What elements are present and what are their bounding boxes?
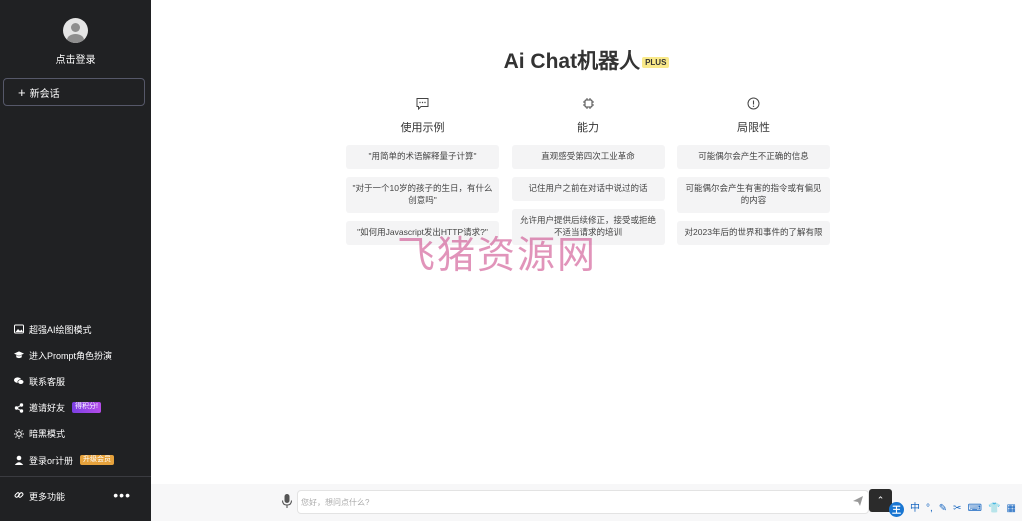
intro-columns: 使用示例 "用简单的术语解释量子计算" "对于一个10岁的孩子的生日，有什么创意… [346, 96, 830, 245]
limitation-card: 对2023年后的世界和事件的了解有限 [677, 221, 830, 245]
scissors-icon[interactable]: ✂ [953, 504, 961, 514]
sidebar-item-label: 登录or计册 [29, 455, 74, 466]
chip-icon [581, 96, 595, 110]
message-dots-icon [416, 96, 430, 110]
sidebar-item-ai-drawing[interactable]: 超强AI绘图模式 [0, 316, 151, 342]
column-limitations: 局限性 可能偶尔会产生不正确的信息 可能偶尔会产生有害的指令或有偏见的内容 对2… [677, 96, 830, 245]
login-area[interactable]: 点击登录 [0, 18, 151, 66]
sun-icon [14, 428, 24, 439]
punctuation-icon[interactable]: °, [926, 504, 933, 514]
more-options-icon[interactable]: ••• [113, 488, 131, 502]
microphone-icon[interactable] [281, 493, 293, 509]
sidebar: 点击登录 + 新会话 超强AI绘图模式 进入Prompt角色扮演 联系客服 邀请… [0, 0, 151, 521]
limitation-card: 可能偶尔会产生不正确的信息 [677, 145, 830, 169]
skin-icon[interactable]: 👕 [988, 504, 1000, 514]
ime-logo-icon[interactable]: 王 [889, 501, 904, 517]
avatar[interactable] [63, 18, 88, 43]
plus-badge: PLUS [642, 56, 670, 68]
example-card[interactable]: "对于一个10岁的孩子的生日，有什么创意吗" [346, 177, 499, 213]
main-content: Ai Chat机器人 PLUS 使用示例 "用简单的术语解释量子计算" "对于一个… [151, 0, 1022, 521]
column-title: 能力 [577, 122, 599, 134]
grid-icon[interactable]: ▦ [1006, 504, 1015, 514]
login-label[interactable]: 点击登录 [0, 51, 151, 66]
capability-card: 直观感受第四次工业革命 [511, 145, 665, 169]
sidebar-menu: 超强AI绘图模式 进入Prompt角色扮演 联系客服 邀请好友 得积分! 暗黑模… [0, 316, 151, 473]
warning-circle-icon [747, 96, 761, 110]
sidebar-item-invite-friends[interactable]: 邀请好友 得积分! [0, 395, 151, 421]
watermark: 飞猪资源网 [397, 233, 598, 277]
sidebar-item-label: 进入Prompt角色扮演 [29, 350, 113, 361]
input-bar: 您好，想问点什么? ⌃ 王 中 °, ✎ ✂ ⌨ 👕 ▦ [151, 484, 1022, 521]
image-icon [14, 324, 24, 334]
ime-mode[interactable]: 中 [910, 504, 920, 514]
sidebar-item-customer-service[interactable]: 联系客服 [0, 368, 151, 394]
sidebar-item-label: 超强AI绘图模式 [29, 324, 92, 335]
keyboard-icon[interactable]: ⌨ [968, 504, 982, 514]
column-title: 使用示例 [400, 122, 445, 134]
chat-input-placeholder: 您好，想问点什么? [301, 497, 370, 507]
example-card[interactable]: "用简单的术语解释量子计算" [346, 145, 499, 169]
send-icon[interactable] [852, 495, 864, 507]
title-text: Ai Chat机器人 [503, 50, 641, 73]
pen-icon[interactable]: ✎ [939, 504, 947, 514]
share-icon [14, 402, 24, 413]
new-chat-label: 新会话 [29, 88, 60, 100]
capability-card: 记住用户之前在对话中说过的话 [511, 177, 665, 201]
invite-badge: 得积分! [72, 402, 101, 413]
link-icon [14, 490, 24, 502]
plus-icon: + [18, 84, 26, 100]
more-features-button[interactable]: 更多功能 ••• [0, 484, 151, 508]
more-features-label: 更多功能 [29, 491, 66, 502]
sidebar-item-login-register[interactable]: 登录or计册 升级会员 [0, 447, 151, 473]
graduation-cap-icon [14, 350, 24, 360]
upgrade-badge: 升级会员 [80, 454, 115, 466]
sidebar-item-prompt-roleplay[interactable]: 进入Prompt角色扮演 [0, 342, 151, 368]
chat-bubbles-icon [14, 376, 24, 386]
sidebar-item-label: 暗黑模式 [29, 429, 66, 440]
column-examples: 使用示例 "用简单的术语解释量子计算" "对于一个10岁的孩子的生日，有什么创意… [346, 96, 499, 245]
page-title: Ai Chat机器人 PLUS [151, 45, 1022, 75]
column-capabilities: 能力 直观感受第四次工业革命 记住用户之前在对话中说过的话 允许用户提供后续修正… [511, 96, 665, 245]
sidebar-item-dark-mode[interactable]: 暗黑模式 [0, 421, 151, 447]
limitation-card: 可能偶尔会产生有害的指令或有偏见的内容 [677, 177, 830, 213]
column-title: 局限性 [737, 122, 770, 134]
sidebar-item-label: 邀请好友 [29, 403, 66, 414]
sidebar-item-label: 联系客服 [29, 376, 66, 387]
new-chat-button[interactable]: + 新会话 [3, 78, 145, 106]
ime-toolbar: 王 中 °, ✎ ✂ ⌨ 👕 ▦ [889, 499, 1022, 519]
chat-input[interactable]: 您好，想问点什么? [297, 490, 869, 514]
chevron-up-icon: ⌃ [876, 495, 885, 505]
user-icon [14, 455, 24, 466]
sidebar-divider [0, 476, 151, 477]
